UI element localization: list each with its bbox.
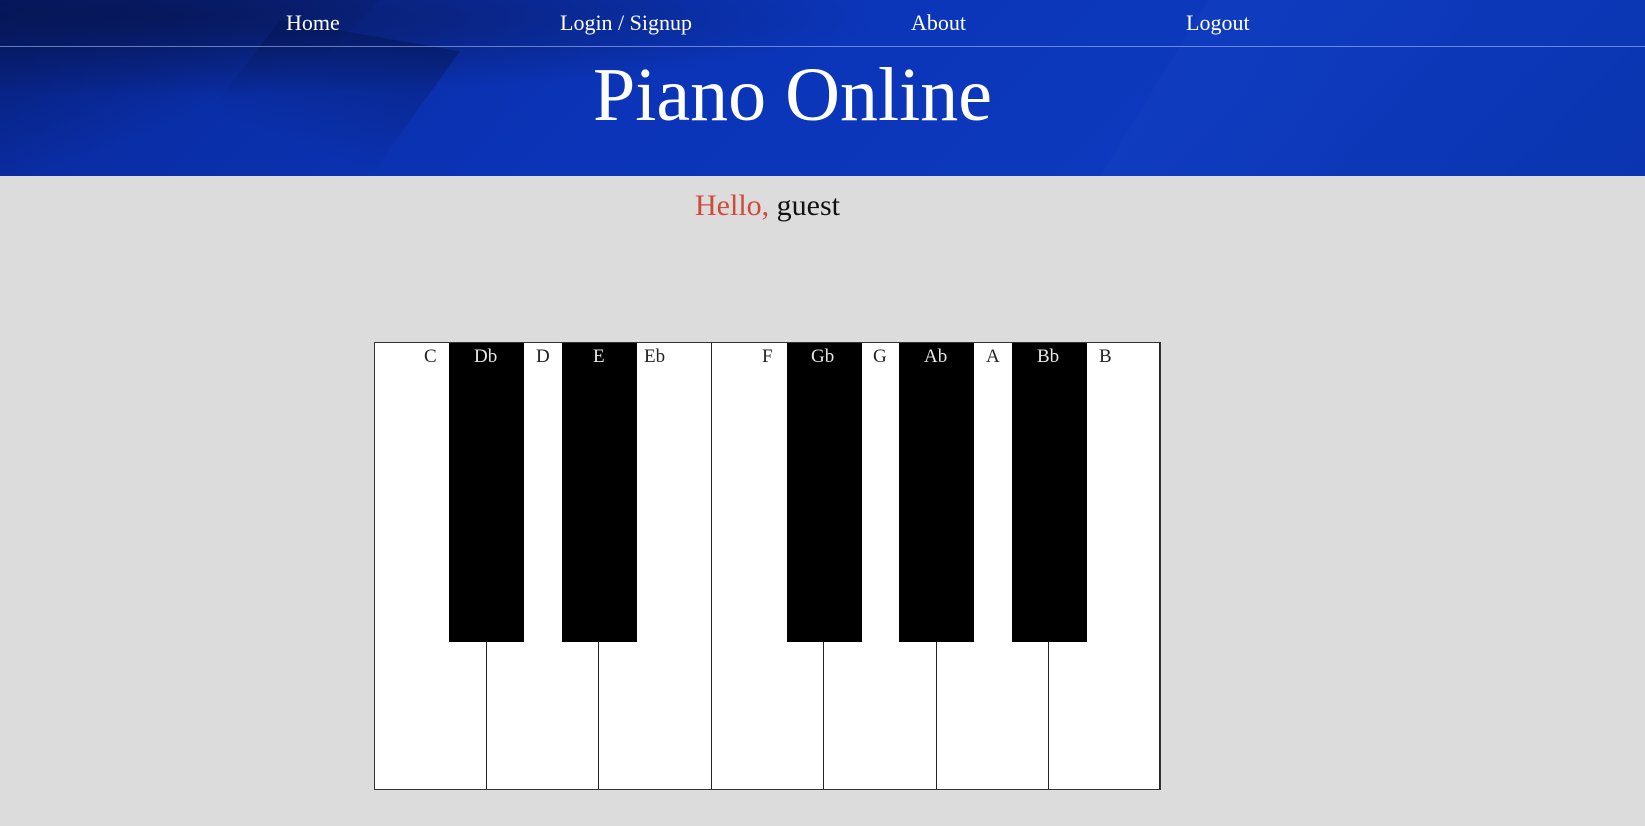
greeting: Hello, guest: [0, 188, 1535, 224]
page-title: Piano Online: [593, 53, 992, 137]
piano-key-e-black[interactable]: [562, 343, 637, 642]
key-label-e: E: [593, 346, 605, 367]
piano-keyboard: C Db D E Eb F Gb G Ab A Bb B: [374, 342, 1161, 790]
key-label-b: B: [1099, 346, 1112, 367]
key-label-a: A: [986, 346, 1000, 367]
header-banner: Home Login / Signup About Logout Piano O…: [0, 0, 1645, 176]
key-label-f: F: [762, 346, 773, 367]
key-label-c: C: [424, 346, 437, 367]
key-label-ab: Ab: [924, 346, 948, 367]
piano-key-gb[interactable]: [787, 343, 862, 642]
nav-login-signup-link[interactable]: Login / Signup: [560, 10, 692, 36]
key-label-eb: Eb: [644, 346, 666, 367]
key-label-db: Db: [474, 346, 498, 367]
key-label-g: G: [873, 346, 887, 367]
greeting-username: guest: [776, 189, 840, 222]
key-label-d: D: [536, 346, 550, 367]
piano-key-bb[interactable]: [1012, 343, 1087, 642]
nav-home-link[interactable]: Home: [286, 10, 340, 36]
greeting-hello: Hello,: [695, 189, 770, 222]
piano-key-ab[interactable]: [899, 343, 974, 642]
key-label-bb: Bb: [1037, 346, 1060, 367]
key-label-gb: Gb: [811, 346, 835, 367]
nav-logout-link[interactable]: Logout: [1186, 10, 1250, 36]
top-nav: Home Login / Signup About Logout: [0, 0, 1645, 47]
nav-about-link[interactable]: About: [911, 10, 966, 36]
piano-key-db[interactable]: [449, 343, 524, 642]
